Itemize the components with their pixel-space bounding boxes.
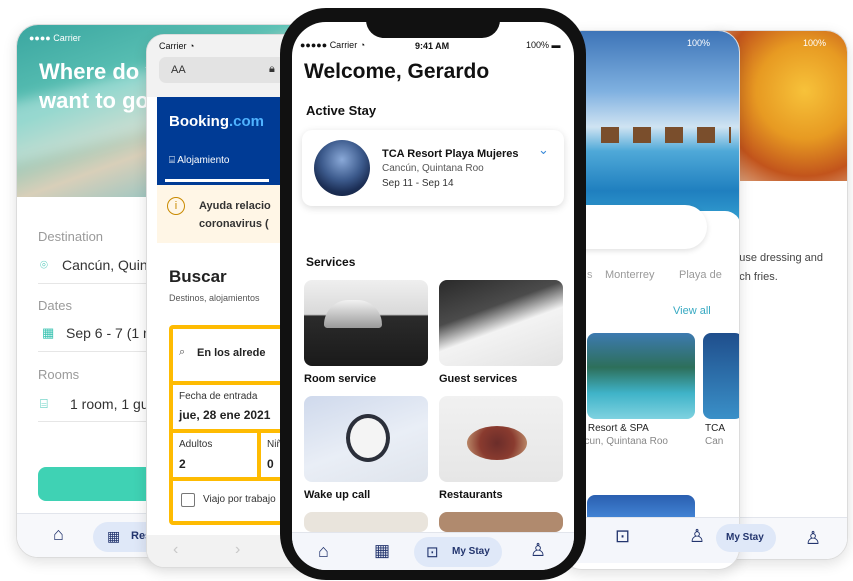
wake-up-call-card[interactable] [304, 396, 428, 482]
battery-text: 100% [687, 38, 711, 48]
phone-notch [366, 10, 500, 38]
lock-icon: 🔒︎ [269, 63, 275, 75]
service-card-partial[interactable] [304, 512, 428, 532]
guest-services-label: Guest services [439, 373, 518, 385]
phone-hotel-listing: 100% s Monterrey Playa de View all A Res… [560, 30, 740, 570]
services-heading: Services [306, 255, 356, 269]
hotel-name: A Resort & SPA [579, 423, 649, 434]
home-icon[interactable]: ⌂ [53, 524, 64, 545]
hotel-card-image[interactable] [587, 333, 695, 419]
chip-monterrey[interactable]: Monterrey [605, 269, 655, 281]
search-icon: ⌕ [179, 346, 186, 358]
active-stay-heading: Active Stay [306, 103, 377, 118]
profile-icon[interactable]: ♙ [805, 528, 821, 549]
hotel-thumbnail [314, 140, 370, 196]
destination-label: Destination [38, 229, 104, 244]
alarm-clock-image [346, 414, 390, 462]
battery-text: 100% [803, 38, 827, 48]
status-bar: ●●●● Carrier [29, 33, 81, 43]
cloche-image [324, 300, 382, 328]
hero-title: Where do y want to go [39, 59, 158, 113]
nav-alojamiento[interactable]: ⌸ Alojamiento [169, 155, 230, 166]
rooms-label: Rooms [38, 367, 80, 382]
hotel-name-2: TCA [705, 423, 725, 434]
tab-mystay[interactable]: My Stay [716, 524, 776, 552]
back-icon[interactable]: ‹ [173, 541, 178, 559]
phone-screen-home: ●●●●● Carrier ◔ 9:41 AM 100% ▬ Welcome, … [292, 22, 574, 570]
luggage-icon: ⊡ [426, 544, 439, 561]
location-pin-icon: ⌾ [40, 257, 48, 272]
search-subtitle: Destinos, alojamientos [169, 293, 260, 303]
calendar-icon: ▦ [107, 528, 121, 544]
calendar-icon[interactable]: ▦ [374, 541, 390, 561]
adults-field[interactable]: Adultos 2 [173, 433, 257, 477]
room-service-card[interactable] [304, 280, 428, 366]
overwater-bungalows-image [561, 31, 739, 231]
calendar-icon: ▦ [42, 325, 55, 340]
chip-playa[interactable]: Playa de [679, 269, 722, 281]
restaurants-label: Restaurants [439, 489, 503, 501]
active-stay-card[interactable]: TCA Resort Playa Mujeres Cancún, Quintan… [302, 130, 564, 206]
tab-bar: ⌂ ▦ ⊡ My Stay ♙ [292, 532, 574, 570]
hotel-card-image-2[interactable] [703, 333, 739, 419]
restaurants-card[interactable] [439, 396, 563, 482]
profile-icon[interactable]: ♙ [530, 540, 546, 561]
nav-active-indicator [165, 179, 269, 182]
profile-icon[interactable]: ♙ [689, 526, 705, 547]
stay-dates: Sep 11 - Sep 14 [382, 178, 454, 189]
stay-location: Cancún, Quintana Roo [382, 163, 484, 174]
work-trip-checkbox[interactable] [181, 493, 195, 507]
guest-services-card[interactable] [439, 280, 563, 366]
welcome-title: Welcome, Gerardo [304, 60, 490, 83]
booking-logo[interactable]: Booking.com [169, 113, 264, 130]
forward-icon[interactable]: › [235, 541, 240, 559]
status-bar: Carrier ◔ [159, 41, 195, 51]
dish-description: house dressing and ench fries. [727, 252, 824, 283]
dates-label: Dates [38, 298, 72, 313]
info-icon: i [167, 197, 185, 215]
wake-up-call-label: Wake up call [304, 489, 371, 501]
status-carrier: ●●●●● Carrier ◔ [300, 40, 366, 50]
bed-icon: ⌸ [169, 155, 175, 166]
hotel-location-2: Can [705, 436, 724, 447]
status-battery: 100% ▬ [526, 40, 561, 50]
luggage-icon[interactable]: ⊡ [615, 526, 630, 547]
stay-hotel-name: TCA Resort Playa Mujeres [382, 148, 519, 160]
view-all-link[interactable]: View all [673, 305, 711, 317]
hotel-location: ncun, Quintana Roo [579, 436, 668, 447]
status-time: 9:41 AM [415, 41, 450, 51]
plated-dish-image [467, 426, 527, 460]
chevron-down-icon[interactable]: ⌄ [538, 142, 549, 158]
search-title: Buscar [169, 267, 227, 286]
chip-prev[interactable]: s [587, 269, 593, 281]
tab-mystay[interactable]: ⊡ My Stay [414, 537, 502, 567]
tab-bar: ⊡ ♙ [561, 517, 739, 563]
service-card-partial-2[interactable] [439, 512, 563, 532]
bed-icon: ⌸ [40, 396, 48, 411]
room-service-label: Room service [304, 373, 377, 385]
home-icon[interactable]: ⌂ [318, 541, 329, 562]
